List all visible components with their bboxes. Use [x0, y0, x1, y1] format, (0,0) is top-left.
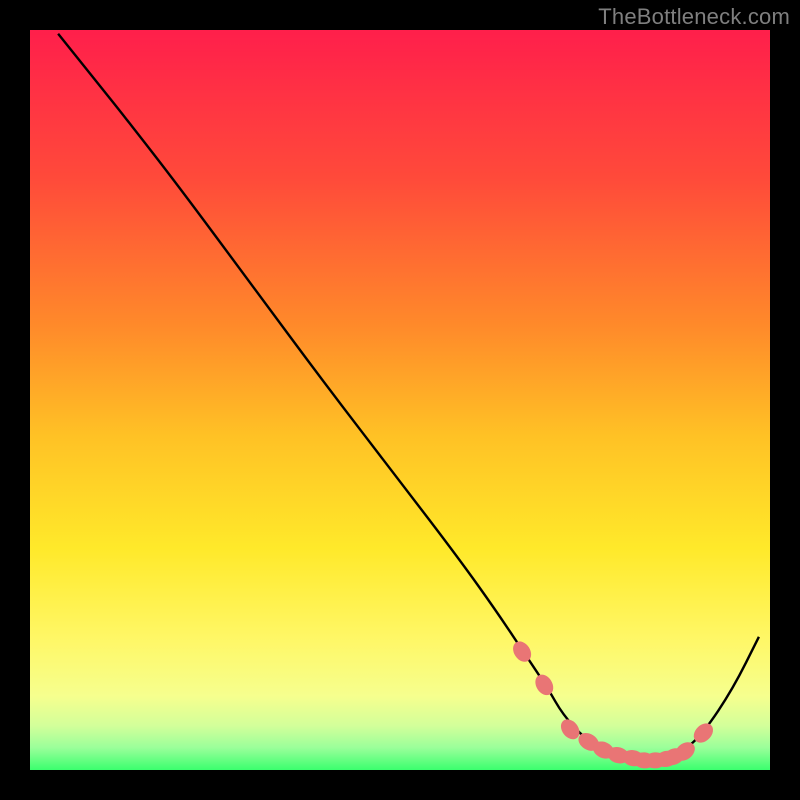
watermark-text: TheBottleneck.com — [598, 4, 790, 30]
bottleneck-chart — [0, 0, 800, 800]
chart-frame: TheBottleneck.com — [0, 0, 800, 800]
plot-background — [30, 30, 770, 770]
